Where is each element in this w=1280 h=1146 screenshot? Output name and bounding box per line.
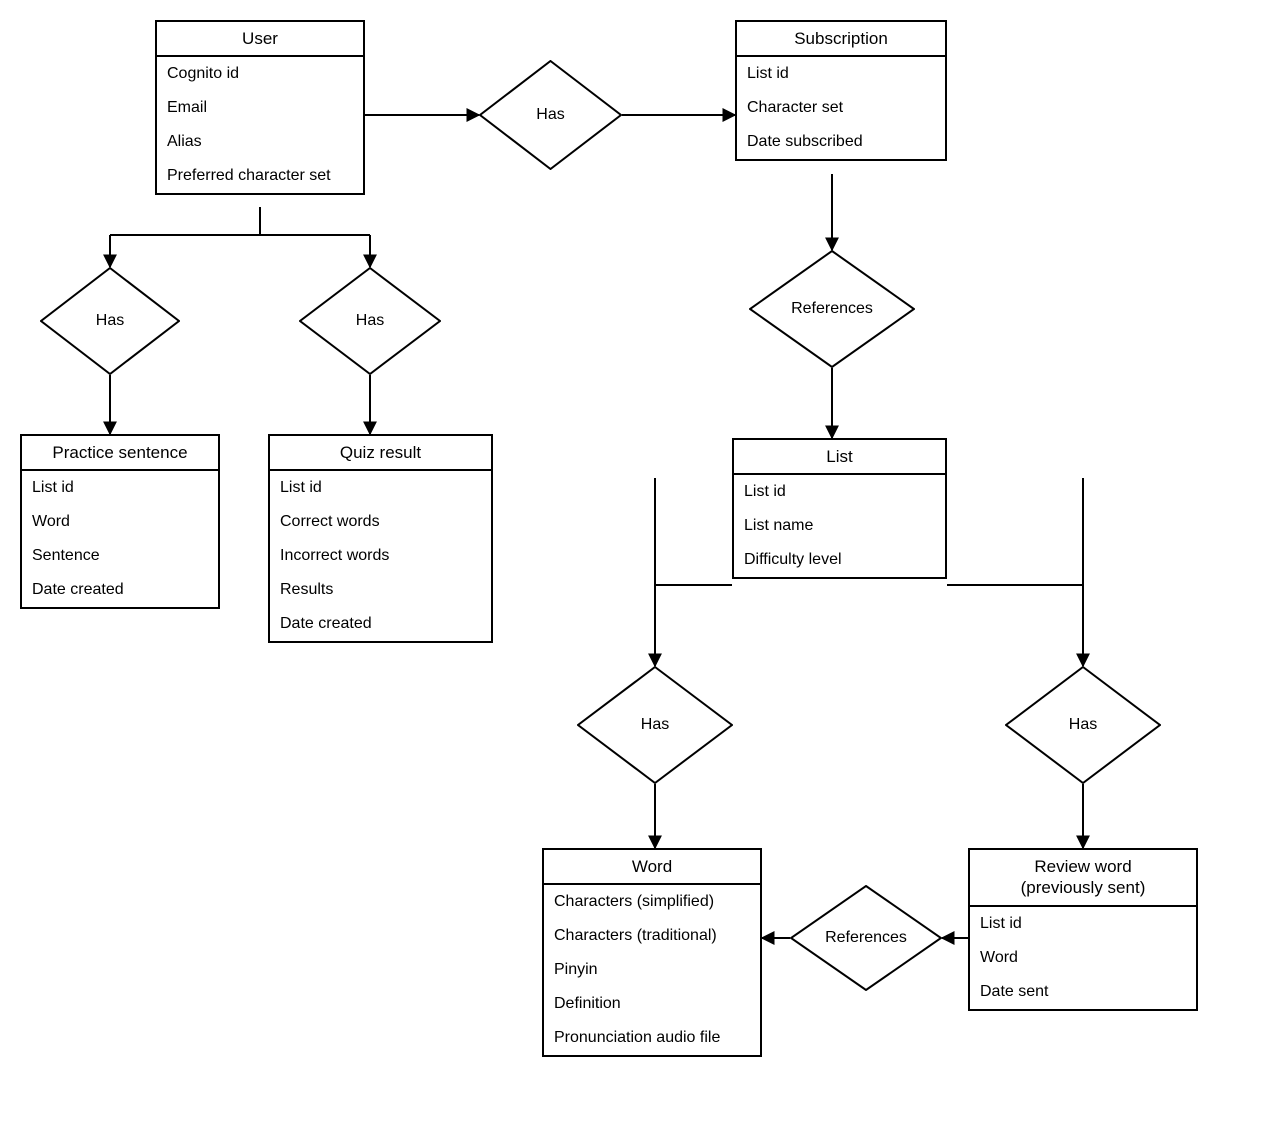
relationship-user-subscription: Has (479, 60, 622, 170)
relationship-user-practice: Has (40, 267, 180, 375)
attr: List id (970, 907, 1196, 941)
attr: Word (970, 941, 1196, 975)
relationship-label: References (749, 250, 915, 368)
entity-list-title: List (734, 440, 945, 475)
entity-user: User Cognito id Email Alias Preferred ch… (155, 20, 365, 195)
relationship-list-word: Has (577, 666, 733, 784)
entity-subscription-title: Subscription (737, 22, 945, 57)
relationship-user-quiz: Has (299, 267, 441, 375)
attr: Date sent (970, 975, 1196, 1009)
entity-review-word-attrs: List id Word Date sent (970, 907, 1196, 1009)
relationship-label: Has (479, 60, 622, 170)
relationship-review-word-references: References (790, 885, 942, 991)
attr: Alias (157, 125, 363, 159)
attr: Characters (traditional) (544, 919, 760, 953)
attr: List id (270, 471, 491, 505)
relationship-list-review: Has (1005, 666, 1161, 784)
relationship-label: Has (1005, 666, 1161, 784)
attr: Correct words (270, 505, 491, 539)
entity-practice-sentence-attrs: List id Word Sentence Date created (22, 471, 218, 607)
attr: Character set (737, 91, 945, 125)
attr: List id (734, 475, 945, 509)
relationship-label: Has (299, 267, 441, 375)
attr: Definition (544, 987, 760, 1021)
attr: Results (270, 573, 491, 607)
er-diagram-canvas: User Cognito id Email Alias Preferred ch… (0, 0, 1280, 1146)
attr: Pronunciation audio file (544, 1021, 760, 1055)
attr: Date subscribed (737, 125, 945, 159)
entity-subscription-attrs: List id Character set Date subscribed (737, 57, 945, 159)
entity-list-attrs: List id List name Difficulty level (734, 475, 945, 577)
entity-user-attrs: Cognito id Email Alias Preferred charact… (157, 57, 363, 193)
relationship-label: References (790, 885, 942, 991)
relationship-subscription-list: References (749, 250, 915, 368)
attr: Email (157, 91, 363, 125)
attr: Characters (simplified) (544, 885, 760, 919)
entity-word-attrs: Characters (simplified) Characters (trad… (544, 885, 760, 1055)
entity-list: List List id List name Difficulty level (732, 438, 947, 579)
attr: Preferred character set (157, 159, 363, 193)
attr: Pinyin (544, 953, 760, 987)
entity-practice-sentence-title: Practice sentence (22, 436, 218, 471)
entity-practice-sentence: Practice sentence List id Word Sentence … (20, 434, 220, 609)
attr: Cognito id (157, 57, 363, 91)
relationship-label: Has (40, 267, 180, 375)
attr: List id (22, 471, 218, 505)
entity-word-title: Word (544, 850, 760, 885)
attr: Difficulty level (734, 543, 945, 577)
attr: Date created (22, 573, 218, 607)
attr: Incorrect words (270, 539, 491, 573)
relationship-label: Has (577, 666, 733, 784)
entity-quiz-result-title: Quiz result (270, 436, 491, 471)
entity-word: Word Characters (simplified) Characters … (542, 848, 762, 1057)
attr: Word (22, 505, 218, 539)
entity-review-word-title: Review word (previously sent) (970, 850, 1196, 907)
entity-quiz-result-attrs: List id Correct words Incorrect words Re… (270, 471, 491, 641)
attr: Date created (270, 607, 491, 641)
attr: Sentence (22, 539, 218, 573)
entity-subscription: Subscription List id Character set Date … (735, 20, 947, 161)
attr: List id (737, 57, 945, 91)
attr: List name (734, 509, 945, 543)
entity-user-title: User (157, 22, 363, 57)
entity-review-word: Review word (previously sent) List id Wo… (968, 848, 1198, 1011)
entity-quiz-result: Quiz result List id Correct words Incorr… (268, 434, 493, 643)
